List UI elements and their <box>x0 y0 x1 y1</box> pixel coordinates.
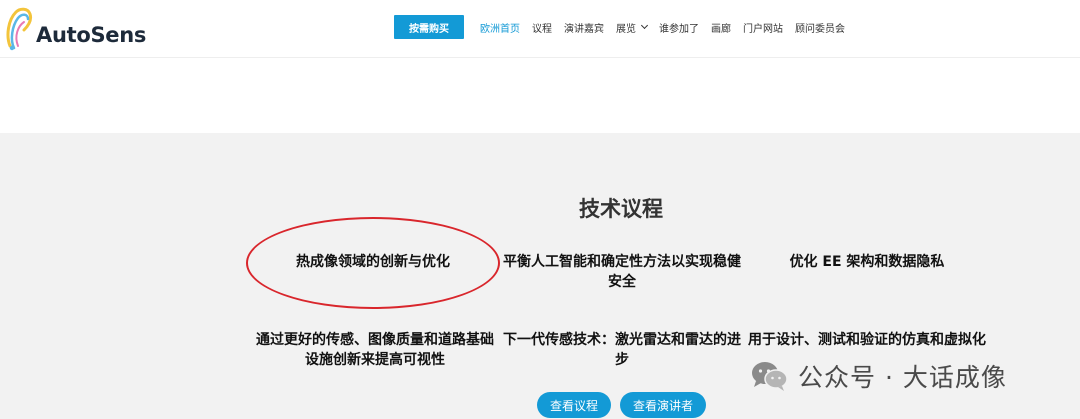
wechat-watermark: 公众号 · 大话成像 <box>750 356 1007 396</box>
nav-item-label: 演讲嘉宾 <box>564 23 604 35</box>
agenda-topic: 平衡人工智能和确定性方法以实现稳健安全 <box>503 254 741 290</box>
nav-item-label: 展览 <box>616 23 636 35</box>
agenda-topic: 通过更好的传感、图像质量和道路基础设施创新来提高可视性 <box>256 332 494 368</box>
section-title: 技术议程 <box>579 197 663 221</box>
agenda-topic: 下一代传感技术：激光雷达和雷达的进步 <box>503 332 741 368</box>
nav-item-who-attended[interactable]: 谁参加了 <box>659 20 699 35</box>
nav-item-label: 欧洲首页 <box>480 23 520 35</box>
agenda-topic: 优化 EE 架构和数据隐私 <box>789 254 945 270</box>
view-agenda-button[interactable]: 查看议程 <box>537 392 611 418</box>
nav-item-europe-home[interactable]: 欧洲首页 <box>480 20 520 35</box>
nav-item-portal[interactable]: 门户网站 <box>743 20 783 35</box>
chevron-down-icon <box>640 21 649 30</box>
autosens-logo[interactable]: AutoSens <box>4 4 146 54</box>
watermark-text: 公众号 · 大话成像 <box>798 363 1007 392</box>
nav-item-label: 画廊 <box>711 23 731 35</box>
nav-item-label: 谁参加了 <box>659 23 699 35</box>
view-speakers-button[interactable]: 查看演讲者 <box>620 392 706 418</box>
buy-on-demand-button[interactable]: 按需购买 <box>394 15 464 39</box>
agenda-topic: 用于设计、测试和验证的仿真和虚拟化 <box>748 332 986 348</box>
nav-item-agenda[interactable]: 议程 <box>532 20 552 35</box>
nav-item-label: 顾问委员会 <box>795 23 845 35</box>
nav-item-label: 门户网站 <box>743 23 783 35</box>
nav-item-exhibition[interactable]: 展览 <box>616 20 649 35</box>
site-header: AutoSens 按需购买 欧洲首页 议程 演讲嘉宾 展览 谁参加了 画廊 门户… <box>0 0 1080 58</box>
autosens-logo-icon <box>6 7 32 51</box>
nav-item-advisory-board[interactable]: 顾问委员会 <box>795 20 845 35</box>
nav-item-label: 议程 <box>532 23 552 35</box>
nav-item-speakers[interactable]: 演讲嘉宾 <box>564 20 604 35</box>
highlight-circle <box>246 217 500 309</box>
nav-item-gallery[interactable]: 画廊 <box>711 20 731 35</box>
logo-text: AutoSens <box>36 23 147 47</box>
wechat-icon <box>752 362 788 391</box>
main-nav: 按需购买 欧洲首页 议程 演讲嘉宾 展览 谁参加了 画廊 门户网站 顾问委员会 <box>394 15 857 39</box>
